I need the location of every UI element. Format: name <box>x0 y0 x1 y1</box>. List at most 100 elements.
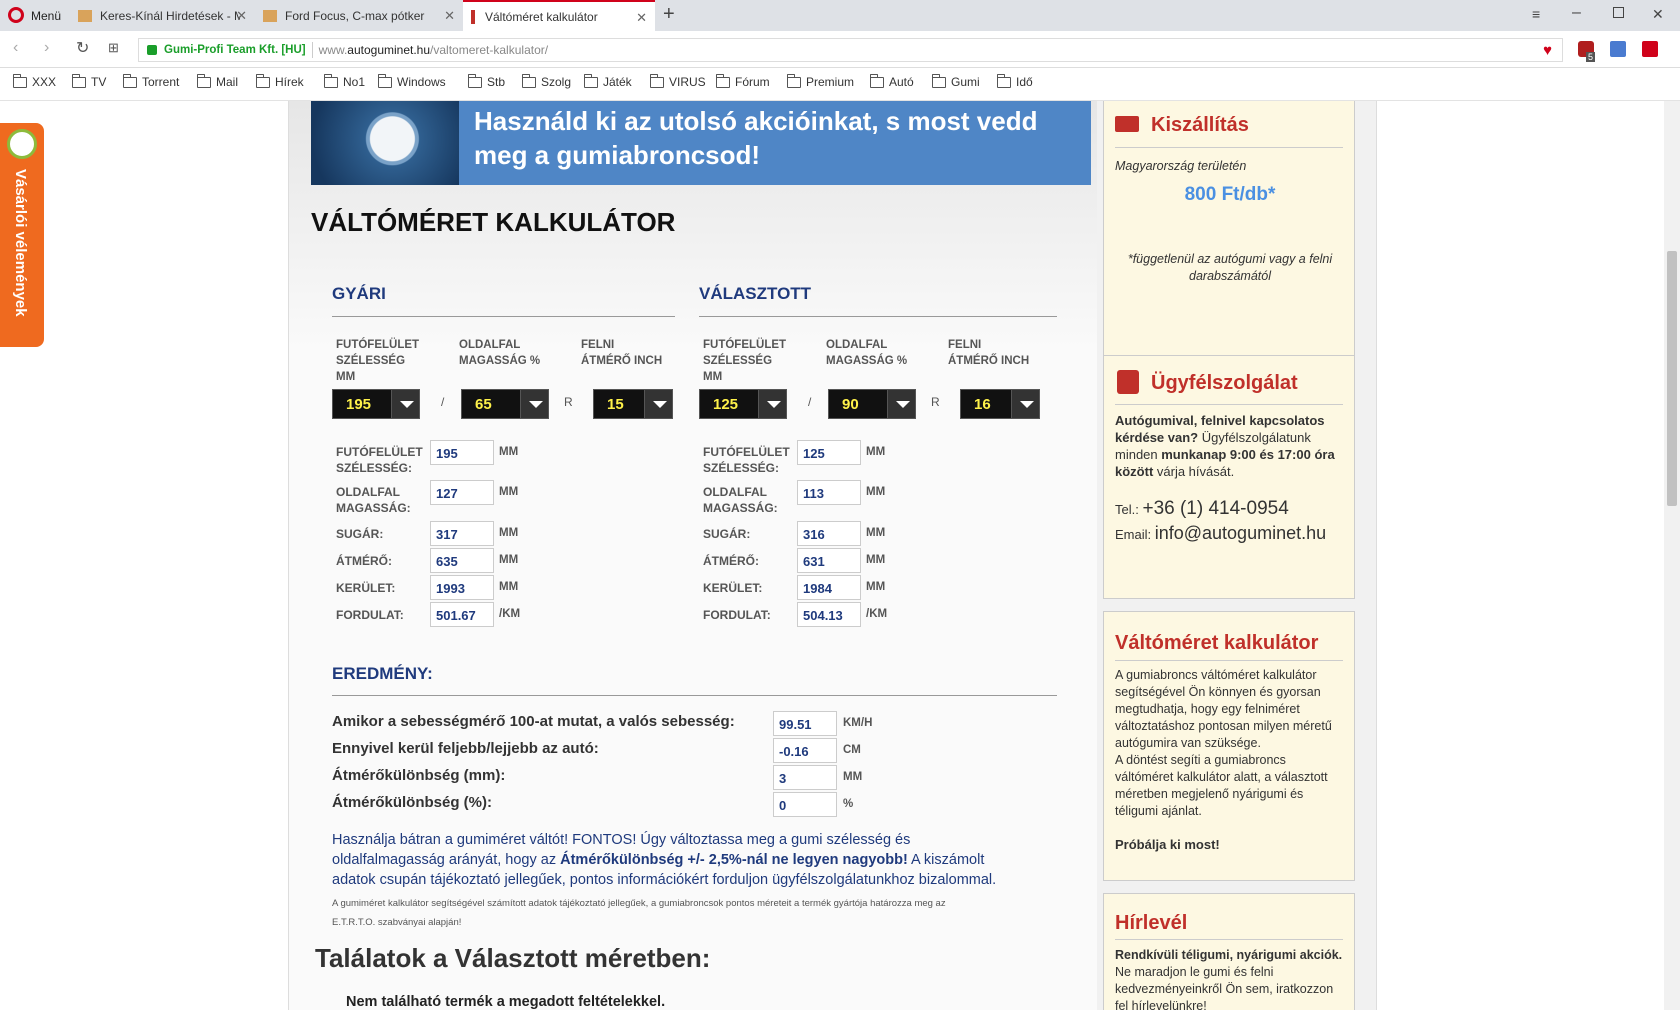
folder-icon <box>123 73 137 88</box>
gyari-rim-select[interactable]: 15 <box>593 389 673 419</box>
gyari-revolution-field[interactable]: 501.67 <box>430 602 494 627</box>
folder-icon <box>650 73 664 88</box>
diameter-diff-mm-field[interactable]: 3 <box>773 765 837 790</box>
tab-menu-icon[interactable]: ≡ <box>1532 6 1540 22</box>
bookmark-folder[interactable]: Mail <box>197 73 238 89</box>
extension-icon[interactable] <box>1642 41 1658 57</box>
bookmark-folder[interactable]: Gumi <box>932 73 980 89</box>
reviews-side-tab[interactable]: Vásárlói vélemények <box>0 123 44 347</box>
restore-icon[interactable] <box>1613 7 1624 18</box>
gyari-width-select[interactable]: 195 <box>332 389 420 419</box>
height-diff-field[interactable]: -0.16 <box>773 738 837 763</box>
folder-icon <box>522 73 536 88</box>
bookmark-folder[interactable]: Premium <box>787 73 854 89</box>
folder-icon <box>468 73 482 88</box>
speed-dial-icon[interactable]: ⊞ <box>108 40 119 56</box>
valasztott-circumference-field[interactable]: 1984 <box>797 575 861 600</box>
folder-icon <box>932 73 946 88</box>
valasztott-radius-field[interactable]: 316 <box>797 521 861 546</box>
bookmark-folder[interactable]: TV <box>72 73 106 89</box>
site-identity[interactable]: Gumi-Profi Team Kft. [HU] <box>164 44 306 56</box>
valasztott-width-field[interactable]: 125 <box>797 440 861 465</box>
valasztott-profile-select[interactable]: 90 <box>828 389 916 419</box>
try-now-link[interactable]: Próbálja ki most! <box>1115 837 1220 852</box>
gyari-heading: GYÁRI <box>332 284 386 303</box>
email-link[interactable]: info@autoguminet.hu <box>1155 523 1326 543</box>
reload-icon[interactable]: ↻ <box>76 38 89 58</box>
clock-image <box>311 101 459 185</box>
no-results-text: Nem található termék a megadott feltétel… <box>346 994 666 1010</box>
close-icon[interactable]: ✕ <box>236 8 247 24</box>
valasztott-sidewall-field[interactable]: 113 <box>797 480 861 505</box>
valasztott-diameter-field[interactable]: 631 <box>797 548 861 573</box>
promo-banner[interactable]: Használd ki az utolsó akcióinkat, s most… <box>311 101 1091 185</box>
bookmark-folder[interactable]: XXX <box>13 73 56 89</box>
divider <box>699 316 1057 317</box>
bookmark-folder[interactable]: Torrent <box>123 73 179 89</box>
folder-icon <box>716 73 730 88</box>
valasztott-revolution-field[interactable]: 504.13 <box>797 602 861 627</box>
tab-keres-kinal[interactable]: Keres-Kínál Hirdetések - M ✕ <box>70 0 255 31</box>
scrollbar-thumb[interactable] <box>1667 251 1677 506</box>
bookmark-folder[interactable]: Autó <box>870 73 914 89</box>
valasztott-width-select[interactable]: 125 <box>699 389 787 419</box>
main-content: Használd ki az utolsó akcióinkat, s most… <box>289 101 1097 1010</box>
tire-favicon-icon <box>471 9 475 24</box>
minimize-icon[interactable]: – <box>1572 4 1581 22</box>
url-field[interactable]: Gumi-Profi Team Kft. [HU] www. autogumine… <box>138 38 1563 62</box>
support-icon <box>1117 370 1139 394</box>
gyari-sidewall-field[interactable]: 127 <box>430 480 494 505</box>
opera-logo-icon[interactable] <box>8 7 24 23</box>
diameter-diff-pct-field[interactable]: 0 <box>773 792 837 817</box>
bookmark-folder[interactable]: Stb <box>468 73 505 89</box>
real-speed-field[interactable]: 99.51 <box>773 711 837 736</box>
box-icon <box>263 9 277 22</box>
valasztott-rim-select[interactable]: 16 <box>960 389 1040 419</box>
window-close-icon[interactable]: ✕ <box>1652 6 1664 23</box>
close-icon[interactable]: ✕ <box>636 10 647 26</box>
badge-check-icon <box>7 129 37 159</box>
chevron-down-icon <box>520 390 548 418</box>
gyari-radius-field[interactable]: 317 <box>430 521 494 546</box>
chevron-down-icon <box>391 390 419 418</box>
bookmark-folder[interactable]: Fórum <box>716 73 770 89</box>
bookmark-folder[interactable]: Játék <box>584 73 632 89</box>
ublock-badge: 5 <box>1586 52 1596 62</box>
gyari-profile-select[interactable]: 65 <box>461 389 549 419</box>
close-icon[interactable]: ✕ <box>444 8 455 24</box>
menu-button[interactable]: Menü <box>31 9 61 23</box>
gyari-diameter-field[interactable]: 635 <box>430 548 494 573</box>
truck-icon <box>1115 116 1139 132</box>
bookmark-folder[interactable]: Windows <box>378 73 446 89</box>
disclaimer: A gumiméret kalkulátor segítségével szám… <box>332 898 946 928</box>
bookmark-folder[interactable]: Szolg <box>522 73 571 89</box>
heart-icon[interactable]: ♥ <box>1543 42 1552 59</box>
newsletter-title: Hírlevél <box>1115 912 1188 934</box>
new-tab-icon[interactable]: + <box>663 3 675 26</box>
back-icon[interactable]: ‹ <box>13 39 18 57</box>
folder-icon <box>870 73 884 88</box>
valasztott-heading: VÁLASZTOTT <box>699 284 812 303</box>
bookmark-folder[interactable]: Hírek <box>256 73 304 89</box>
tab-ford-focus[interactable]: Ford Focus, C-max pótker ✕ <box>255 0 463 31</box>
bookmark-folder[interactable]: Idő <box>997 73 1033 89</box>
bookmark-folder[interactable]: VIRUS <box>650 73 706 89</box>
info-paragraph: Használja bátran a gumiméret váltót! FON… <box>332 832 997 888</box>
newsletter-box: Hírlevél Rendkívüli téligumi, nyárigumi … <box>1103 893 1355 1010</box>
support-title: Ügyfélszolgálat <box>1151 372 1298 394</box>
translate-icon[interactable] <box>1610 41 1626 57</box>
scrollbar[interactable] <box>1664 101 1680 1010</box>
forward-icon[interactable]: › <box>44 39 49 57</box>
bookmark-folder[interactable]: No1 <box>324 73 365 89</box>
gyari-circumference-field[interactable]: 1993 <box>430 575 494 600</box>
chevron-down-icon <box>1011 390 1039 418</box>
tab-valtomeret[interactable]: Váltóméret kalkulátor ✕ <box>463 0 655 31</box>
page-title: VÁLTÓMÉRET KALKULÁTOR <box>311 207 676 237</box>
gyari-width-field[interactable]: 195 <box>430 440 494 465</box>
banner-line1: Használd ki az utolsó akcióinkat, s most… <box>474 106 1038 136</box>
col-label-width: FUTÓFELÜLET SZÉLESSÉG MM <box>336 339 420 383</box>
col-label-profile: OLDALFAL MAGASSÁG % <box>459 339 541 367</box>
calc-box-title: Váltóméret kalkulátor <box>1115 632 1319 654</box>
eredmeny-heading: EREDMÉNY: <box>332 664 433 683</box>
folder-icon <box>324 73 338 88</box>
